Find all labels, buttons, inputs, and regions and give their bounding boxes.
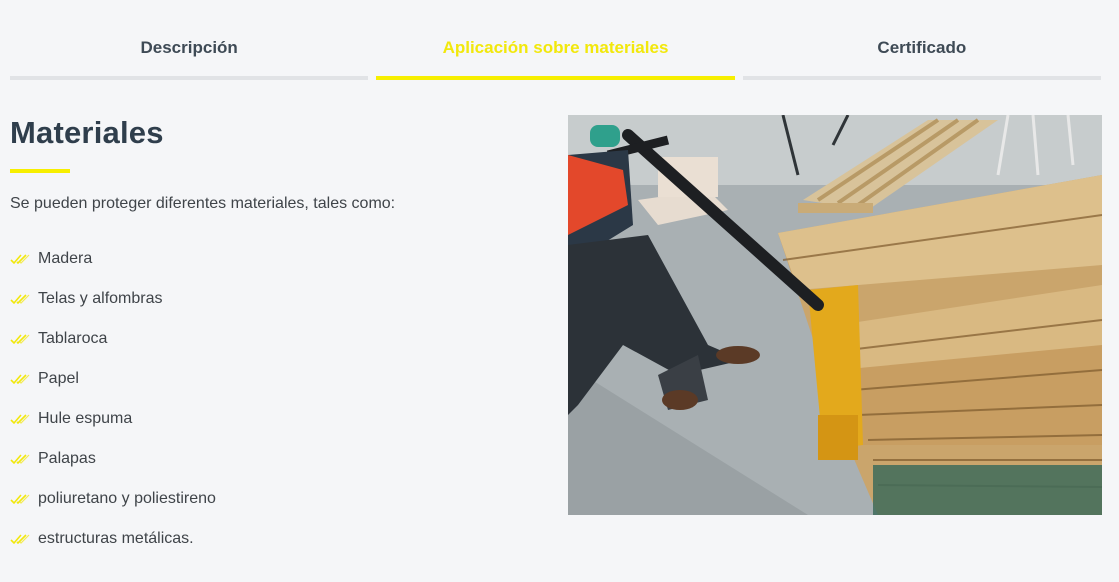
list-item: Papel	[10, 368, 216, 408]
double-check-icon	[10, 488, 38, 510]
heading-underline	[10, 169, 70, 173]
materials-list: Madera Telas y alfombras Tablaroca Papel…	[10, 248, 216, 568]
tab-certificado[interactable]: Certificado	[742, 36, 1101, 80]
list-item-label: estructuras metálicas.	[38, 530, 194, 547]
list-item-label: Palapas	[38, 450, 96, 467]
section-heading: Materiales	[10, 115, 164, 150]
list-item-label: Tablaroca	[38, 330, 108, 347]
double-check-icon	[10, 448, 38, 470]
list-item: Tablaroca	[10, 328, 216, 368]
list-item: Palapas	[10, 448, 216, 488]
double-check-icon	[10, 408, 38, 430]
list-item: poliuretano y poliestireno	[10, 488, 216, 528]
tab-descripcion[interactable]: Descripción	[10, 36, 369, 80]
double-check-icon	[10, 328, 38, 350]
double-check-icon	[10, 528, 38, 550]
tab-aplicacion-sobre-materiales[interactable]: Aplicación sobre materiales	[376, 36, 735, 80]
double-check-icon	[10, 288, 38, 310]
tab-bar: Descripción Aplicación sobre materiales …	[10, 36, 1101, 80]
list-item-label: Madera	[38, 250, 93, 267]
double-check-icon	[10, 368, 38, 390]
list-item: Hule espuma	[10, 408, 216, 448]
list-item-label: poliuretano y poliestireno	[38, 490, 216, 507]
intro-text: Se pueden proteger diferentes materiales…	[10, 195, 396, 212]
list-item: estructuras metálicas.	[10, 528, 216, 568]
list-item: Telas y alfombras	[10, 288, 216, 328]
double-check-icon	[10, 248, 38, 270]
photo-illustration	[568, 115, 1102, 515]
list-item-label: Papel	[38, 370, 79, 387]
list-item: Madera	[10, 248, 216, 288]
list-item-label: Hule espuma	[38, 410, 133, 427]
pallet-jack-photo	[568, 115, 1102, 515]
list-item-label: Telas y alfombras	[38, 290, 163, 307]
